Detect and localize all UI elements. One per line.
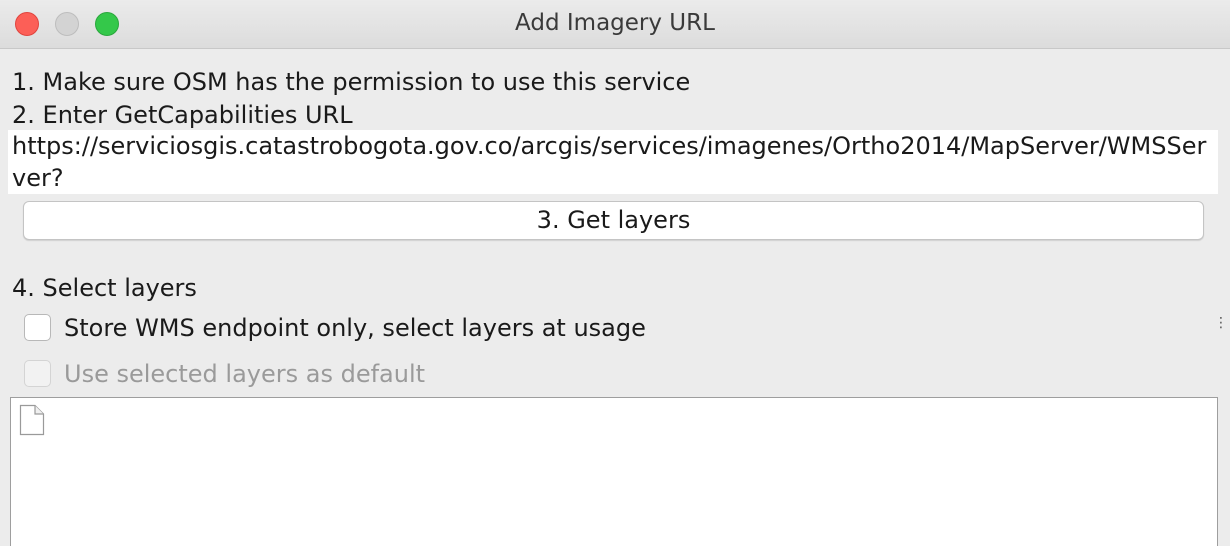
title-bar[interactable]: Add Imagery URL <box>0 0 1230 49</box>
use-default-checkbox <box>24 360 51 387</box>
window-title: Add Imagery URL <box>515 10 715 36</box>
use-default-label: Use selected layers as default <box>64 360 426 388</box>
resize-grip-icon[interactable]: ⋮ <box>1214 316 1228 330</box>
add-imagery-url-dialog: Add Imagery URL 1. Make sure OSM has the… <box>0 0 1230 546</box>
layer-list[interactable] <box>10 397 1218 546</box>
step1-instruction: 1. Make sure OSM has the permission to u… <box>12 68 691 96</box>
getcapabilities-url-input[interactable]: https://serviciosgis.catastrobogota.gov.… <box>8 130 1218 194</box>
store-endpoint-checkbox[interactable] <box>24 314 51 341</box>
step2-instruction: 2. Enter GetCapabilities URL <box>12 101 353 129</box>
get-layers-button[interactable]: 3. Get layers <box>23 201 1204 240</box>
document-icon <box>19 404 45 436</box>
store-endpoint-label[interactable]: Store WMS endpoint only, select layers a… <box>64 313 646 343</box>
step4-instruction: 4. Select layers <box>12 274 197 302</box>
